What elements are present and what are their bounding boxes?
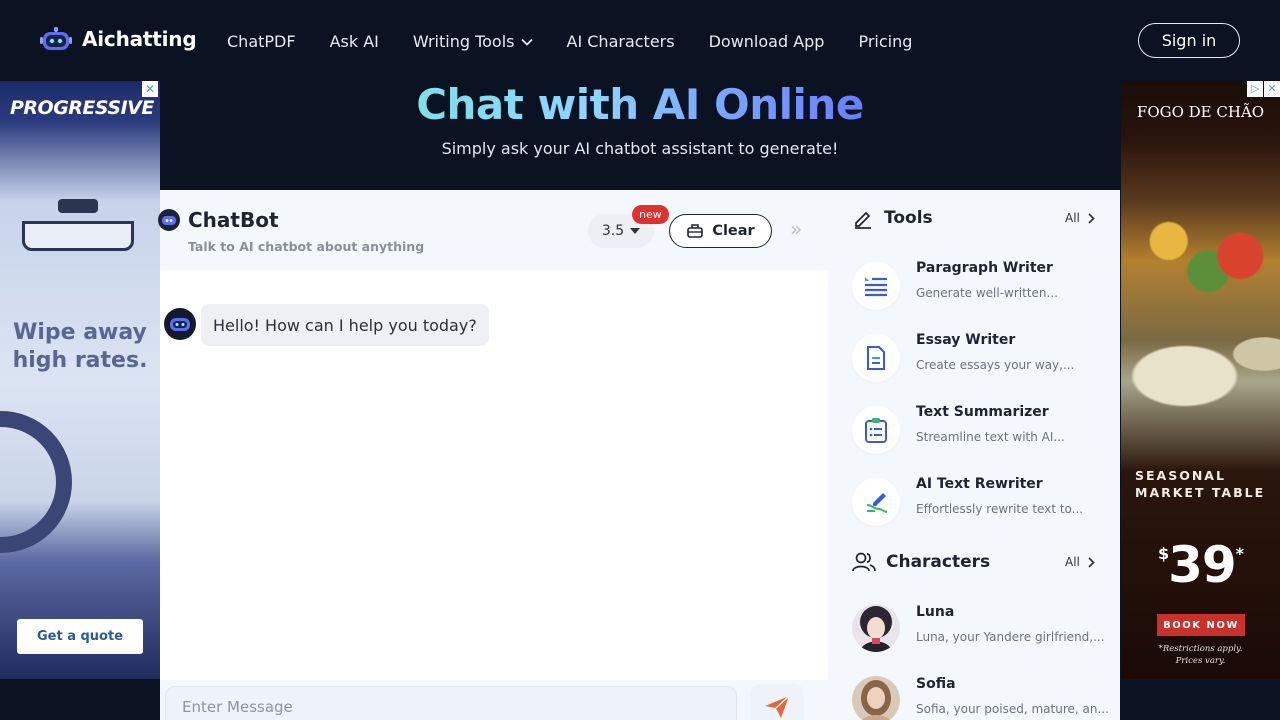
send-icon	[765, 695, 790, 718]
rearview-mirror	[22, 221, 134, 251]
price-value: 39	[1168, 536, 1237, 594]
bot-message: Hello! How can I help you today?	[201, 304, 489, 346]
characters-heading: Characters	[852, 551, 990, 573]
tool-name: Text Summarizer	[916, 404, 1049, 420]
ad-left-headline-line2: high rates.	[12, 348, 148, 373]
caret-down-icon	[630, 228, 641, 234]
character-desc: Sofia, your poised, mature, an...	[916, 702, 1109, 716]
clear-button[interactable]: Clear	[669, 214, 772, 248]
clipboard-list-icon	[852, 406, 900, 454]
clear-button-label: Clear	[712, 223, 755, 239]
ad-left[interactable]: ✕ PROGRESSIVE Wipe away high rates. Get …	[0, 81, 160, 679]
tools-title: Tools	[884, 208, 933, 228]
sign-in-button[interactable]: Sign in	[1138, 23, 1240, 58]
model-selector-value: 3.5	[601, 223, 625, 239]
tool-name: Essay Writer	[916, 332, 1016, 348]
nav-link-writing-tools-label: Writing Tools	[412, 32, 515, 51]
price-mark: *	[1235, 544, 1244, 563]
character-desc: Luna, your Yandere girlfriend,...	[916, 630, 1105, 644]
rewrite-pen-icon	[852, 478, 900, 526]
ad-left-headline-line1: Wipe away	[13, 320, 147, 345]
chevron-right-icon	[1088, 212, 1095, 224]
nav-link-ai-characters[interactable]: AI Characters	[567, 32, 675, 51]
double-chevron-right-icon[interactable]: »	[790, 219, 810, 240]
ad-left-headline: Wipe away high rates.	[0, 319, 160, 375]
rearview-mirror-stem	[58, 199, 98, 213]
page-title: Chat with AI Online	[0, 80, 1280, 129]
fine-print-line2: Prices vary.	[1175, 656, 1226, 666]
chatbot-subtitle: Talk to AI chatbot about anything	[188, 239, 425, 254]
tool-item-essay-writer[interactable]: Essay Writer Create essays your way,...	[852, 332, 1102, 388]
tool-desc: Create essays your way,...	[916, 358, 1075, 372]
chevron-down-icon	[520, 38, 533, 46]
tool-desc: Streamline text with AI...	[916, 430, 1065, 444]
ad-right[interactable]: ▷ ✕ FOGO DE CHÃO SEASONAL MARKET TABLE $…	[1121, 81, 1280, 679]
send-button[interactable]	[750, 684, 804, 720]
document-icon	[852, 334, 900, 382]
ad-right-brand: FOGO DE CHÃO	[1136, 103, 1265, 121]
chatbot-icon	[158, 209, 180, 231]
chevron-right-icon	[1088, 556, 1095, 568]
steering-wheel-image	[0, 411, 72, 553]
tool-item-text-summarizer[interactable]: Text Summarizer Streamline text with AI.…	[852, 404, 1102, 460]
robot-logo-icon	[40, 24, 72, 54]
book-now-button[interactable]: BOOK NOW	[1157, 614, 1245, 636]
ad-info-icon[interactable]: ▷	[1247, 81, 1263, 97]
new-badge: new	[632, 205, 669, 224]
characters-all-link[interactable]: All	[1065, 555, 1095, 569]
avatar	[852, 604, 900, 652]
tool-desc: Generate well-written...	[916, 286, 1058, 300]
tool-item-paragraph-writer[interactable]: Paragraph Writer Generate well-written..…	[852, 260, 1102, 316]
ad-right-fine-print: *Restrictions apply. Prices vary.	[1121, 643, 1280, 667]
tool-name: AI Text Rewriter	[916, 476, 1043, 492]
ad-right-tagline: SEASONAL MARKET TABLE	[1135, 467, 1265, 501]
nav-link-download-app[interactable]: Download App	[709, 32, 825, 51]
ad-close-icon[interactable]: ✕	[1264, 81, 1280, 97]
character-name: Sofia	[916, 676, 956, 692]
nav-link-chatpdf[interactable]: ChatPDF	[227, 32, 296, 51]
paragraph-icon	[852, 262, 900, 310]
avatar	[852, 676, 900, 720]
logo[interactable]: Aichatting	[40, 24, 197, 54]
tool-desc: Effortlessly rewrite text to...	[916, 502, 1084, 516]
tool-item-ai-text-rewriter[interactable]: AI Text Rewriter Effortlessly rewrite te…	[852, 476, 1102, 532]
page-subtitle: Simply ask your AI chatbot assistant to …	[441, 139, 839, 158]
tools-all-link[interactable]: All	[1065, 211, 1095, 225]
message-input[interactable]	[166, 687, 736, 720]
page-title-part1: Chat with AI	[416, 80, 715, 129]
price-currency: $	[1157, 544, 1169, 563]
top-nav: Aichatting ChatPDF Ask AI Writing Tools …	[0, 0, 1280, 82]
character-item-luna[interactable]: Luna Luna, your Yandere girlfriend,...	[852, 604, 1105, 660]
characters-all-label: All	[1065, 555, 1080, 569]
ad-right-controls: ▷ ✕	[1246, 81, 1280, 97]
ad-left-brand: PROGRESSIVE	[10, 97, 154, 119]
message-input-wrapper	[165, 686, 737, 720]
nav-links: ChatPDF Ask AI Writing Tools AI Characte…	[227, 32, 912, 51]
chatbot-title: ChatBot	[188, 208, 279, 232]
tool-name: Paragraph Writer	[916, 260, 1053, 276]
character-name: Luna	[916, 604, 955, 620]
broom-icon	[687, 224, 704, 238]
nav-link-ask-ai[interactable]: Ask AI	[330, 32, 379, 51]
pencil-icon	[855, 211, 871, 229]
tools-heading: Tools	[852, 207, 933, 229]
ad-right-price: $39*	[1121, 536, 1280, 594]
page-title-part2: Online	[714, 80, 864, 129]
fine-print-line1: *Restrictions apply.	[1158, 644, 1243, 654]
ad-right-tagline-line2: MARKET TABLE	[1135, 485, 1266, 500]
chat-panel: ChatBot Talk to AI chatbot about anythin…	[158, 190, 1120, 720]
bot-avatar	[164, 308, 196, 340]
ad-right-tagline-line1: SEASONAL	[1135, 468, 1226, 483]
logo-text: Aichatting	[82, 27, 197, 51]
get-quote-button[interactable]: Get a quote	[17, 619, 143, 654]
users-icon	[852, 552, 876, 572]
nav-link-pricing[interactable]: Pricing	[858, 32, 912, 51]
characters-title: Characters	[886, 552, 991, 572]
food-bowl-image	[1121, 321, 1280, 431]
character-item-sofia[interactable]: Sofia Sofia, your poised, mature, an...	[852, 676, 1109, 720]
nav-link-writing-tools[interactable]: Writing Tools	[413, 32, 533, 51]
food-image	[1121, 201, 1280, 301]
ad-close-icon[interactable]: ✕	[142, 81, 158, 97]
tools-all-label: All	[1065, 211, 1080, 225]
